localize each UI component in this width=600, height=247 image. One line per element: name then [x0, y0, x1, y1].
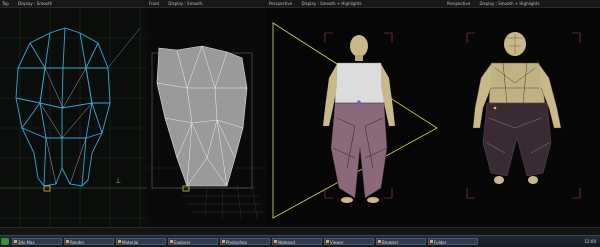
taskbar-item[interactable]: Viewer [324, 238, 374, 245]
app-icon [430, 240, 433, 243]
figure-torso[interactable] [488, 62, 546, 104]
app-icon [326, 240, 329, 243]
viewport-display-mode: Display : Smooth [168, 1, 203, 6]
taskbar-item[interactable]: 3ds Max [12, 238, 62, 245]
taskbar-item[interactable]: Render [64, 238, 114, 245]
taskbar-item[interactable]: Photoshop [220, 238, 270, 245]
app-icon [222, 240, 225, 243]
taskbar-item[interactable]: Browser [376, 238, 426, 245]
viewport-display-mode: Display : Smooth + Highlights [301, 1, 362, 6]
app-icon [66, 240, 69, 243]
viewport-top[interactable]: ⊥ [0, 8, 147, 227]
app-icon [14, 240, 17, 243]
viewport-label[interactable]: Perspective [269, 1, 292, 6]
viewport-display-mode: Display : Smooth [18, 1, 53, 6]
app-icon [274, 240, 277, 243]
viewport-perspective-1-header[interactable]: Perspective Display : Smooth + Highlight… [267, 0, 445, 8]
app-icon [118, 240, 121, 243]
viewport-label[interactable]: Perspective [447, 1, 470, 6]
viewport-front-header[interactable]: Front Display : Smooth [147, 0, 267, 8]
system-clock[interactable]: 12:00 [584, 238, 596, 245]
viewport-label[interactable]: Top [2, 1, 9, 6]
viewport-top-header[interactable]: Top Display : Smooth [0, 0, 147, 8]
start-button[interactable] [1, 238, 9, 245]
figure-head[interactable] [350, 35, 368, 57]
viewport-perspective-2[interactable] [445, 8, 600, 227]
perspective-2-scene [466, 32, 581, 199]
figure-pants[interactable] [482, 102, 552, 177]
figure-torso[interactable] [334, 62, 385, 104]
viewport-perspective-2-header[interactable]: Perspective Display : Smooth + Highlight… [445, 0, 600, 8]
taskbar: 3ds Max Render Material Explorer Photosh… [0, 235, 600, 247]
taskbar-item[interactable]: Notepad [272, 238, 322, 245]
viewport-label[interactable]: Front [149, 1, 159, 6]
taskbar-item[interactable]: Folder [428, 238, 478, 245]
axis-tripod: ⊥ [115, 177, 121, 185]
viewport-perspective-1[interactable] [267, 8, 445, 227]
viewport-front[interactable] [147, 8, 267, 227]
app-icon [378, 240, 381, 243]
perspective-1-scene [272, 22, 438, 219]
taskbar-item[interactable]: Material [116, 238, 166, 245]
front-view-mesh [147, 45, 267, 219]
viewport-display-mode: Display : Smooth + Highlights [479, 1, 540, 6]
app-icon [170, 240, 173, 243]
pivot-marker[interactable] [182, 185, 190, 192]
taskbar-item[interactable]: Explorer [168, 238, 218, 245]
figure-pants[interactable] [330, 102, 388, 199]
status-bar [0, 227, 600, 235]
top-view-wireframe: ⊥ [0, 8, 147, 227]
